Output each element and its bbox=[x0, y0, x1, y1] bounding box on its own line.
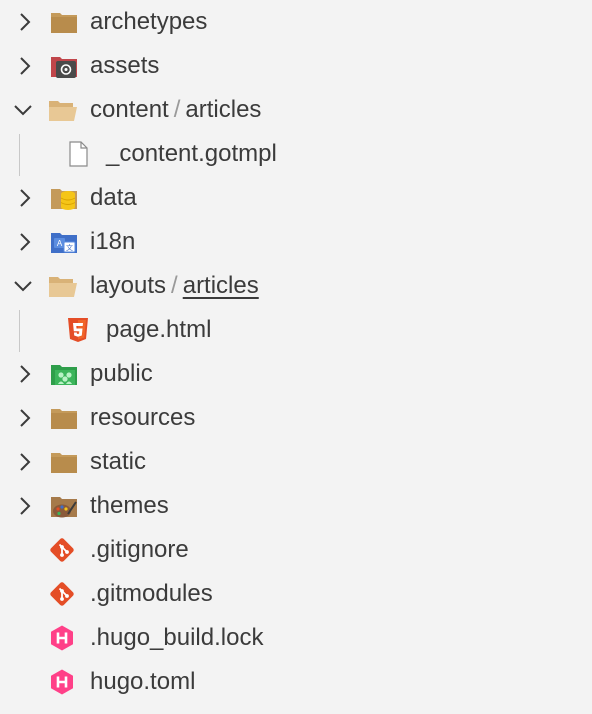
svg-text:文: 文 bbox=[66, 243, 73, 252]
tree-item-label: page.html bbox=[106, 316, 212, 343]
chevron-right-icon[interactable] bbox=[14, 451, 36, 473]
chevron-down-icon[interactable] bbox=[12, 275, 34, 297]
tree-item-content-gotmpl[interactable]: _content.gotmpl bbox=[0, 132, 592, 176]
tree-item-archetypes[interactable]: archetypes bbox=[0, 0, 592, 44]
path-separator: / bbox=[171, 272, 178, 299]
tree-item-label: assets bbox=[90, 52, 160, 79]
tree-item-label: static bbox=[90, 448, 147, 475]
chevron-right-icon[interactable] bbox=[14, 231, 36, 253]
tree-item-label: content / articles bbox=[90, 88, 261, 132]
tree-item-label: themes bbox=[90, 492, 169, 519]
folder-name: content bbox=[90, 96, 169, 123]
chevron-right-icon[interactable] bbox=[14, 407, 36, 429]
tree-item-gitmodules[interactable]: .gitmodules bbox=[0, 572, 592, 616]
tree-item-label: hugo.toml bbox=[90, 668, 196, 695]
folder-icon bbox=[50, 448, 78, 476]
tree-item-label: public bbox=[90, 360, 153, 387]
git-icon bbox=[48, 536, 76, 564]
subfolder-name: articles bbox=[185, 96, 262, 123]
data-folder-icon bbox=[50, 184, 78, 212]
tree-item-label: layouts / articles bbox=[90, 264, 259, 308]
tree-item-resources[interactable]: resources bbox=[0, 396, 592, 440]
chevron-right-icon[interactable] bbox=[14, 187, 36, 209]
chevron-right-icon[interactable] bbox=[14, 363, 36, 385]
tree-item-label: resources bbox=[90, 404, 196, 431]
folder-open-icon bbox=[48, 272, 77, 300]
file-icon bbox=[64, 140, 92, 168]
chevron-right-icon[interactable] bbox=[14, 11, 36, 33]
tree-item-hugo-build-lock[interactable]: .hugo_build.lock bbox=[0, 616, 592, 660]
subfolder-name[interactable]: articles bbox=[183, 272, 259, 299]
tree-item-label: .gitmodules bbox=[90, 580, 213, 607]
tree-item-i18n[interactable]: A文 i18n bbox=[0, 220, 592, 264]
file-explorer-tree: archetypes assets content / articles _cont… bbox=[0, 0, 592, 714]
folder-icon bbox=[50, 404, 78, 432]
tree-item-static[interactable]: static bbox=[0, 440, 592, 484]
tree-item-label: i18n bbox=[90, 228, 136, 255]
i18n-folder-icon: A文 bbox=[50, 228, 78, 256]
tree-item-gitignore[interactable]: .gitignore bbox=[0, 528, 592, 572]
tree-item-layouts-articles[interactable]: layouts / articles bbox=[0, 264, 592, 308]
folder-open-icon bbox=[48, 96, 77, 124]
tree-item-assets[interactable]: assets bbox=[0, 44, 592, 88]
folder-name: layouts bbox=[90, 272, 167, 299]
path-separator: / bbox=[173, 96, 181, 123]
chevron-right-icon[interactable] bbox=[14, 55, 36, 77]
tree-item-label: .hugo_build.lock bbox=[90, 624, 264, 651]
tree-item-hugo-toml[interactable]: hugo.toml bbox=[0, 660, 592, 704]
tree-item-content-articles[interactable]: content / articles bbox=[0, 88, 592, 132]
git-icon bbox=[48, 580, 76, 608]
public-folder-icon bbox=[50, 360, 78, 388]
themes-folder-icon bbox=[50, 492, 78, 520]
tree-item-themes[interactable]: themes bbox=[0, 484, 592, 528]
hugo-icon bbox=[48, 668, 76, 696]
tree-item-page-html[interactable]: page.html bbox=[0, 308, 592, 352]
tree-item-label: data bbox=[90, 184, 137, 211]
tree-item-label: archetypes bbox=[90, 8, 208, 35]
folder-icon bbox=[50, 8, 78, 36]
tree-item-label: _content.gotmpl bbox=[106, 140, 277, 167]
chevron-down-icon[interactable] bbox=[12, 99, 34, 121]
tree-item-data[interactable]: data bbox=[0, 176, 592, 220]
html5-icon bbox=[64, 316, 92, 344]
assets-folder-icon bbox=[50, 52, 78, 80]
tree-item-public[interactable]: public bbox=[0, 352, 592, 396]
svg-text:A: A bbox=[57, 239, 63, 248]
chevron-right-icon[interactable] bbox=[14, 495, 36, 517]
hugo-icon bbox=[48, 624, 76, 652]
tree-item-label: .gitignore bbox=[90, 536, 189, 563]
